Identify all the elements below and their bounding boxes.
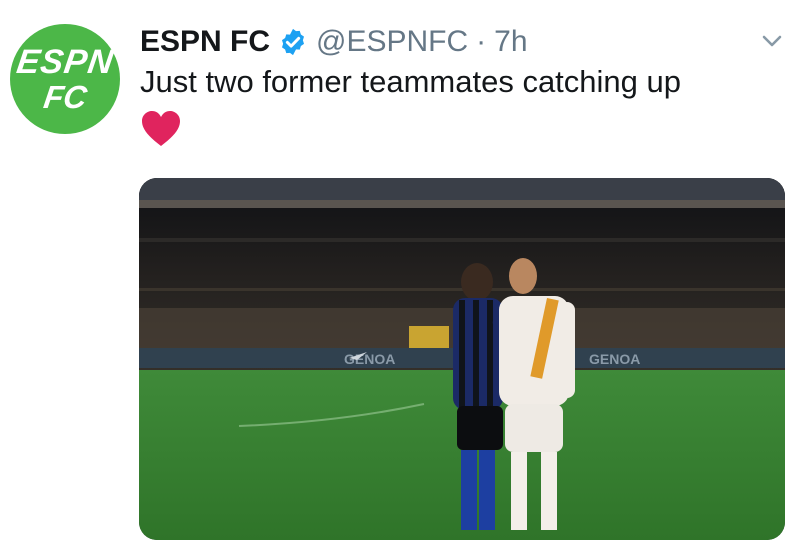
ad-board-text: GENOA	[344, 351, 395, 367]
chevron-down-icon[interactable]	[760, 32, 784, 50]
red-heart-icon	[140, 110, 182, 148]
tweet-header: ESPN FC @ESPNFC · 7h	[140, 22, 528, 62]
avatar-logo-line2: FC	[41, 79, 89, 115]
avatar-logo-line1: ESPN	[14, 43, 116, 81]
account-name[interactable]: ESPN FC	[140, 25, 270, 59]
tweet-timestamp[interactable]: 7h	[494, 25, 527, 59]
tweet-media-video[interactable]: GENOA GENOA OA	[139, 178, 785, 540]
separator-dot: ·	[476, 25, 487, 58]
verified-badge-icon	[278, 27, 308, 57]
avatar[interactable]: ESPN FC	[10, 24, 120, 134]
ad-board-text: GENOA	[589, 351, 640, 367]
tweet-text: Just two former teammates catching up	[140, 64, 682, 99]
account-handle[interactable]: @ESPNFC	[316, 25, 468, 59]
